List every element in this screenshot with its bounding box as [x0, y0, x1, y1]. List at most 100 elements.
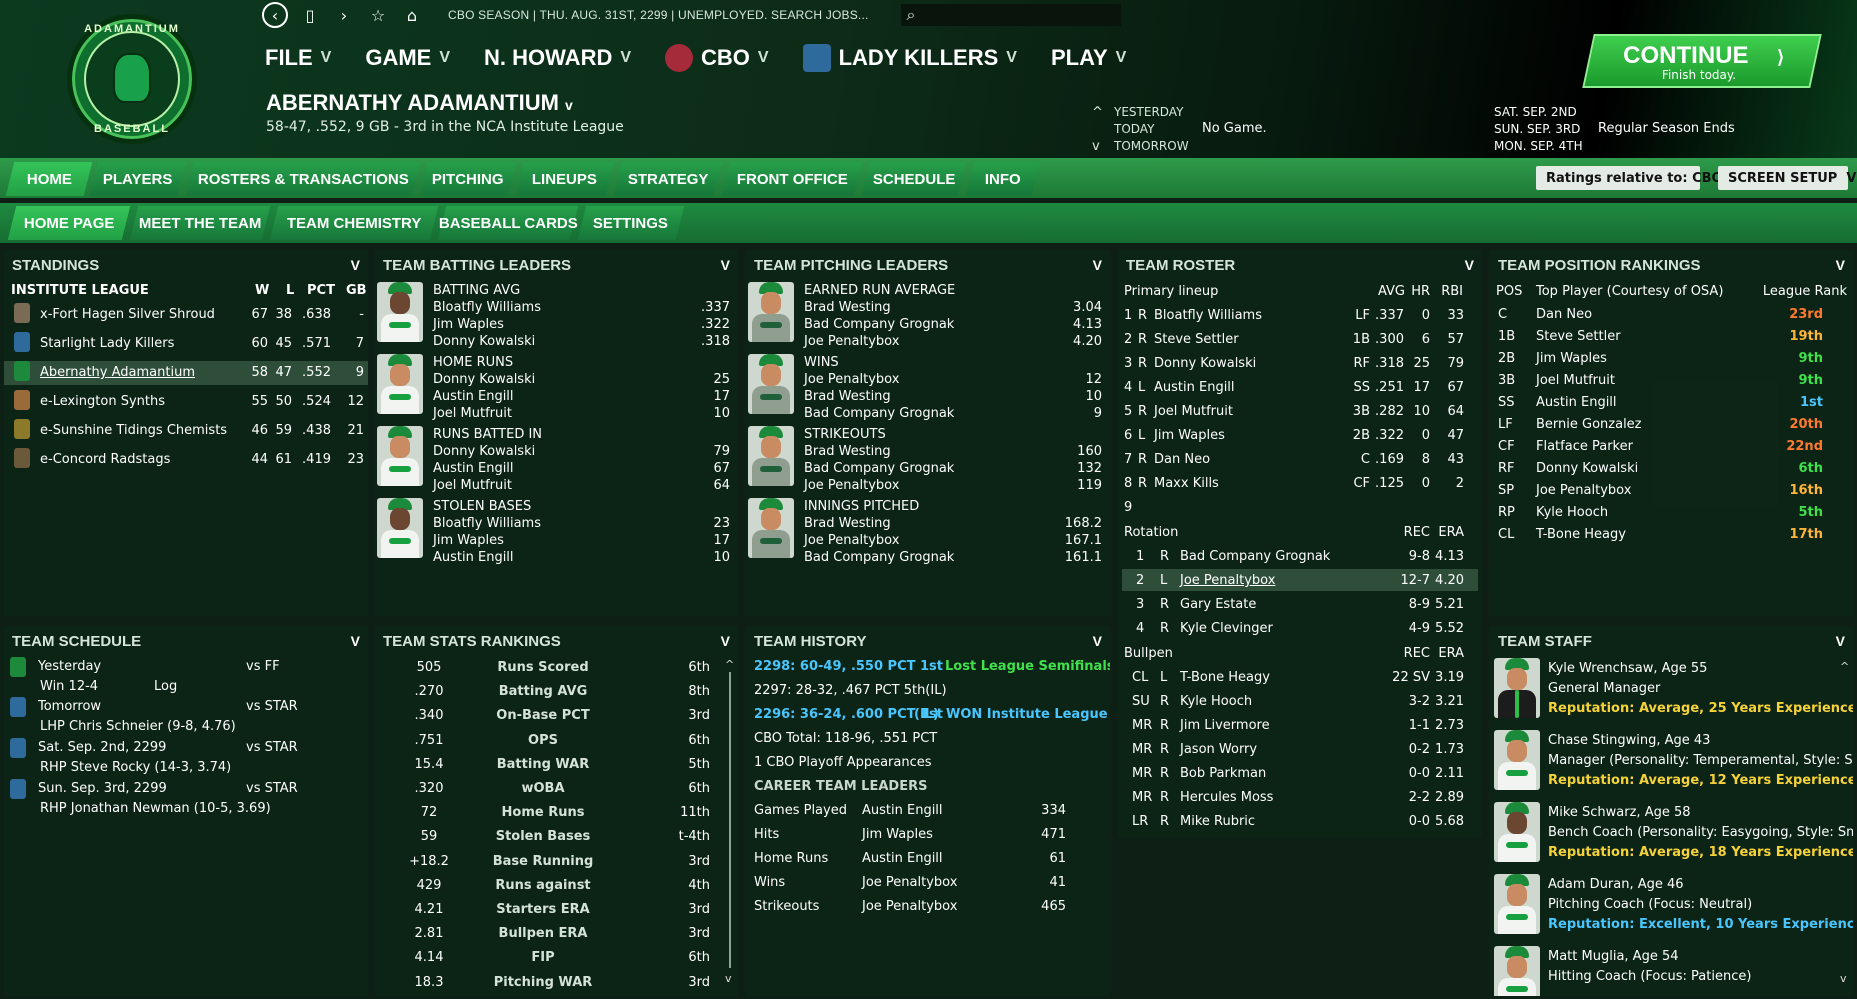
forward-icon[interactable]: ›: [332, 3, 356, 27]
player-name[interactable]: Bad Company Grognak: [1180, 548, 1330, 565]
tab-settings[interactable]: SETTINGS: [577, 206, 685, 240]
player-name[interactable]: Donny Kowalski: [433, 333, 535, 350]
schedule-day[interactable]: Yesterday: [38, 658, 101, 675]
player-name[interactable]: Brad Westing: [804, 299, 891, 316]
player-name[interactable]: Austin Engill: [433, 460, 514, 477]
tab-home[interactable]: HOME: [5, 162, 93, 196]
tab-pitching[interactable]: PITCHING: [419, 162, 517, 196]
player-name[interactable]: Joel Mutfruit: [1154, 403, 1233, 420]
stat-label[interactable]: Batting AVG: [483, 683, 603, 700]
player-name[interactable]: Bad Company Grognak: [804, 405, 954, 422]
schedule-day[interactable]: Tomorrow: [38, 698, 101, 715]
player-name[interactable]: Joe Penaltybox: [862, 898, 957, 915]
player-name[interactable]: Kyle Hooch: [1180, 693, 1252, 710]
staff-name[interactable]: Chase Stingwing, Age 43: [1548, 732, 1710, 749]
team-name[interactable]: Starlight Lady Killers: [40, 335, 174, 352]
player-photo[interactable]: [1494, 946, 1540, 996]
player-name[interactable]: T-Bone Heagy: [1536, 526, 1626, 543]
player-photo[interactable]: [1494, 730, 1540, 790]
chevron-down-icon[interactable]: V: [1465, 257, 1474, 273]
opponent[interactable]: vs FF: [246, 658, 280, 675]
history-line[interactable]: 2297: 28-32, .467 PCT 5th(IL): [754, 682, 947, 699]
chevron-down-icon[interactable]: V: [351, 257, 360, 273]
player-name[interactable]: Brad Westing: [804, 515, 891, 532]
player-name[interactable]: Jim Waples: [862, 826, 933, 843]
stat-label[interactable]: FIP: [483, 949, 603, 966]
stat-label[interactable]: OPS: [483, 732, 603, 749]
player-name[interactable]: Austin Engill: [862, 850, 943, 867]
team-name[interactable]: e-Lexington Synths: [40, 393, 165, 410]
player-photo[interactable]: [377, 498, 423, 558]
day-yesterday[interactable]: YESTERDAY: [1114, 104, 1189, 121]
player-name[interactable]: Bloatfly Williams: [433, 515, 541, 532]
player-photo[interactable]: [1494, 874, 1540, 934]
stat-label[interactable]: Batting WAR: [483, 756, 603, 773]
player-name[interactable]: Steve Settler: [1154, 331, 1239, 348]
day-today[interactable]: TODAY: [1114, 121, 1189, 138]
chevron-down-icon[interactable]: V: [721, 633, 730, 649]
stat-label[interactable]: Runs against: [483, 877, 603, 894]
screen-setup-button[interactable]: SCREEN SETUP V: [1718, 166, 1856, 190]
player-name[interactable]: Maxx Kills: [1154, 475, 1219, 492]
scrollbar[interactable]: [729, 672, 731, 968]
player-name[interactable]: Kyle Hooch: [1536, 504, 1608, 521]
player-name[interactable]: Donny Kowalski: [433, 443, 535, 460]
player-name[interactable]: Steve Settler: [1536, 328, 1621, 345]
player-name[interactable]: T-Bone Heagy: [1180, 669, 1270, 686]
player-photo[interactable]: [1494, 658, 1540, 718]
team-logo[interactable]: ADAMANTIUM BASEBALL: [67, 14, 197, 144]
player-name[interactable]: Brad Westing: [804, 443, 891, 460]
player-name[interactable]: Donny Kowalski: [1536, 460, 1638, 477]
player-photo[interactable]: [748, 282, 794, 342]
stat-label[interactable]: wOBA: [483, 780, 603, 797]
continue-button[interactable]: CONTINUE ⟩ Finish today.: [1582, 34, 1822, 88]
search-input[interactable]: ⌕: [900, 4, 1121, 26]
tab-rosters[interactable]: ROSTERS & TRANSACTIONS: [185, 162, 421, 196]
player-name[interactable]: Jim Waples: [433, 532, 504, 549]
player-photo[interactable]: [748, 498, 794, 558]
player-name[interactable]: Joe Penaltybox: [804, 532, 899, 549]
menu-team[interactable]: LADY KILLERS V: [802, 44, 1017, 72]
player-name[interactable]: Austin Engill: [433, 388, 514, 405]
team-name[interactable]: e-Concord Radstags: [40, 451, 170, 468]
tab-team-chemistry[interactable]: TEAM CHEMISTRY: [269, 206, 439, 240]
player-name[interactable]: Joe Penaltybox: [1180, 572, 1275, 589]
team-name[interactable]: Abernathy Adamantium: [40, 364, 195, 381]
player-name[interactable]: Kyle Clevinger: [1180, 620, 1273, 637]
player-name[interactable]: Bad Company Grognak: [804, 316, 954, 333]
stat-label[interactable]: Base Running: [483, 853, 603, 870]
player-name[interactable]: Jim Livermore: [1180, 717, 1270, 734]
schedule-day[interactable]: Sat. Sep. 2nd, 2299: [38, 739, 166, 756]
player-name[interactable]: Austin Engill: [862, 802, 943, 819]
home-icon[interactable]: ⌂: [400, 3, 424, 27]
tab-home-page[interactable]: HOME PAGE: [7, 206, 131, 240]
player-photo[interactable]: [748, 354, 794, 414]
player-name[interactable]: Jim Waples: [433, 316, 504, 333]
up-arrow-icon[interactable]: ^: [1092, 104, 1103, 121]
staff-name[interactable]: Matt Muglia, Age 54: [1548, 948, 1679, 965]
player-name[interactable]: Donny Kowalski: [1154, 355, 1256, 372]
schedule-day[interactable]: Sun. Sep. 3rd, 2299: [38, 780, 167, 797]
box-score-link[interactable]: Log: [154, 678, 177, 695]
chevron-down-icon[interactable]: V: [1836, 633, 1845, 649]
staff-name[interactable]: Mike Schwarz, Age 58: [1548, 804, 1691, 821]
menu-league[interactable]: CBO V: [665, 44, 769, 72]
scroll-up-icon[interactable]: ^: [1840, 660, 1850, 673]
opponent[interactable]: vs STAR: [246, 698, 298, 715]
stat-label[interactable]: Starters ERA: [483, 901, 603, 918]
tab-strategy[interactable]: STRATEGY: [613, 162, 723, 196]
tab-schedule[interactable]: SCHEDULE: [861, 162, 967, 196]
tab-front-office[interactable]: FRONT OFFICE: [721, 162, 863, 196]
player-name[interactable]: Flatface Parker: [1536, 438, 1633, 455]
star-icon[interactable]: ☆: [366, 3, 390, 27]
player-name[interactable]: Dan Neo: [1536, 306, 1592, 323]
player-name[interactable]: Jim Waples: [1536, 350, 1607, 367]
player-name[interactable]: Bloatfly Williams: [1154, 307, 1262, 324]
player-name[interactable]: Joe Penaltybox: [1536, 482, 1631, 499]
menu-game[interactable]: GAME V: [365, 44, 450, 72]
staff-name[interactable]: Adam Duran, Age 46: [1548, 876, 1684, 893]
player-name[interactable]: Austin Engill: [1154, 379, 1235, 396]
opponent[interactable]: vs STAR: [246, 780, 298, 797]
player-name[interactable]: Austin Engill: [433, 549, 514, 566]
player-name[interactable]: Mike Rubric: [1180, 813, 1255, 830]
